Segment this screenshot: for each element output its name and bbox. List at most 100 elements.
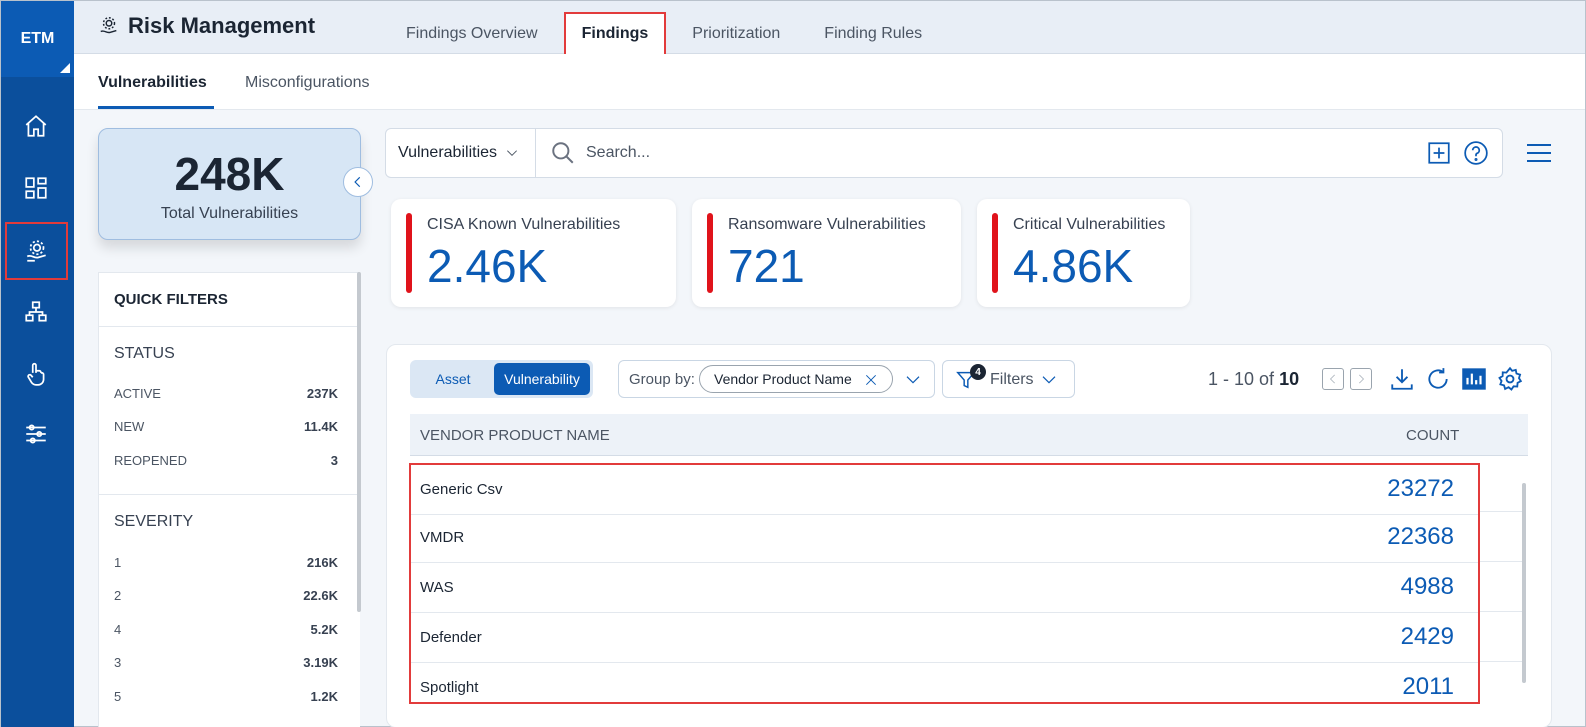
filter-label: 1 [114, 555, 122, 570]
quick-filters-title: QUICK FILTERS [114, 291, 228, 308]
cell-count-link[interactable]: 22368 [1387, 523, 1454, 551]
kpi-card-ransomware[interactable]: Ransomware Vulnerabilities 721 [692, 199, 961, 307]
main-tabs: Findings Overview Findings Prioritizatio… [384, 12, 944, 56]
kpi-label: Ransomware Vulnerabilities [728, 216, 926, 233]
search-input[interactable] [586, 139, 1386, 167]
divider [1480, 511, 1526, 512]
filter-label: ACTIVE [114, 386, 161, 401]
cell-count-link[interactable]: 23272 [1387, 475, 1454, 503]
search-scope-dropdown[interactable]: Vulnerabilities [386, 129, 536, 177]
risk-management-icon [26, 240, 46, 262]
cell-count-link[interactable]: 2429 [1401, 623, 1454, 651]
kpi-card-cisa[interactable]: CISA Known Vulnerabilities 2.46K [391, 199, 676, 307]
cell-vendor-product-name: WAS [420, 579, 454, 596]
quick-filters-scrollbar[interactable] [357, 272, 361, 612]
cell-count-link[interactable]: 4988 [1401, 573, 1454, 601]
chevron-right-icon [1359, 374, 1364, 384]
filter-label: 5 [114, 689, 122, 704]
table-scrollbar[interactable] [1522, 483, 1526, 683]
toggle-vulnerability[interactable]: Vulnerability [494, 363, 590, 395]
nav-risk-management[interactable] [5, 222, 68, 280]
collapse-panel-button[interactable] [343, 167, 373, 197]
table-header: VENDOR PRODUCT NAME COUNT [410, 414, 1528, 456]
filters-button[interactable]: 4 Filters [942, 360, 1075, 398]
risk-management-icon [100, 17, 117, 34]
nav-responses[interactable] [4, 345, 68, 403]
cell-count-link[interactable]: 2011 [1402, 673, 1454, 701]
view-toggle: Asset Vulnerability [410, 360, 593, 398]
chevron-down-icon[interactable] [905, 373, 921, 387]
group-by-label: Group by: [629, 371, 695, 388]
chevron-down-icon [1042, 376, 1056, 384]
filter-label: 3 [114, 655, 122, 670]
filters-label: Filters [990, 371, 1034, 388]
add-icon[interactable] [1426, 140, 1452, 166]
filters-count-badge: 4 [970, 364, 986, 380]
chevron-left-icon [1330, 374, 1335, 384]
search-scope-value: Vulnerabilities [398, 144, 498, 161]
table-row[interactable]: Generic Csv 23272 [411, 465, 1478, 515]
etm-logo[interactable]: ETM [1, 1, 74, 77]
column-header-vendor-product-name[interactable]: VENDOR PRODUCT NAME [420, 427, 610, 444]
chart-view-icon[interactable] [1461, 366, 1487, 392]
nav-assets[interactable] [4, 283, 68, 341]
column-header-count[interactable]: COUNT [1406, 427, 1459, 444]
pagination-range: 1 - 10 of [1208, 369, 1275, 389]
download-icon[interactable] [1389, 366, 1415, 392]
table-row[interactable]: WAS 4988 [411, 563, 1478, 613]
close-icon[interactable] [864, 373, 878, 387]
tab-prioritization[interactable]: Prioritization [670, 13, 802, 54]
nav-home[interactable] [4, 97, 68, 155]
filter-count: 1.2K [310, 689, 338, 704]
group-by-control: Group by: Vendor Product Name [618, 360, 935, 398]
kpi-card-critical[interactable]: Critical Vulnerabilities 4.86K [977, 199, 1190, 307]
hamburger-menu-icon[interactable] [1525, 141, 1553, 165]
tab-findings[interactable]: Findings [563, 12, 667, 56]
help-icon[interactable] [1463, 140, 1489, 166]
toggle-asset[interactable]: Asset [413, 363, 493, 395]
next-page-button[interactable] [1350, 368, 1372, 390]
nav-settings[interactable] [4, 405, 68, 463]
filter-count: 237K [306, 386, 338, 401]
filter-status-new[interactable]: NEW 11.4K [114, 419, 338, 434]
divider [1480, 611, 1526, 612]
subtab-vulnerabilities[interactable]: Vulnerabilities [98, 74, 207, 92]
nav-dashboard[interactable] [4, 159, 68, 217]
filter-severity-2[interactable]: 2 22.6K [114, 588, 338, 603]
table-row[interactable]: Defender 2429 [411, 613, 1478, 663]
tab-finding-rules[interactable]: Finding Rules [802, 13, 944, 54]
refresh-icon[interactable] [1425, 366, 1451, 392]
prev-page-button[interactable] [1322, 368, 1344, 390]
divider [99, 494, 360, 495]
app-title: Risk Management [98, 13, 315, 39]
search-icon [552, 142, 574, 164]
kpi-accent-bar [406, 213, 412, 293]
table-row[interactable]: VMDR 22368 [411, 513, 1478, 563]
filter-count: 216K [306, 555, 338, 570]
filter-severity-5[interactable]: 5 1.2K [114, 689, 338, 704]
filter-severity-4[interactable]: 4 5.2K [114, 622, 338, 637]
search-bar: Vulnerabilities [385, 128, 1503, 178]
total-label: Total Vulnerabilities [160, 205, 299, 222]
tab-findings-overview[interactable]: Findings Overview [384, 13, 560, 54]
assets-icon [25, 301, 47, 322]
table-row[interactable]: Spotlight 2011 [411, 663, 1478, 713]
app-title-text: Risk Management [128, 13, 316, 38]
filter-count: 3.19K [303, 655, 338, 670]
touch-icon [27, 362, 45, 386]
filter-count: 11.4K [304, 419, 338, 434]
group-by-chip: Vendor Product Name [699, 365, 893, 393]
divider [1480, 661, 1526, 662]
filter-severity-1[interactable]: 1 216K [114, 555, 338, 570]
filter-count: 3 [330, 453, 338, 468]
chevron-left-icon [354, 176, 361, 188]
total-value: 248K [174, 148, 285, 200]
active-subtab-indicator [98, 106, 214, 109]
expand-corner-icon [60, 63, 70, 73]
left-nav-rail: ETM [1, 1, 74, 727]
filter-status-active[interactable]: ACTIVE 237K [114, 386, 338, 401]
filter-status-reopened[interactable]: REOPENED 3 [114, 453, 338, 468]
settings-gear-icon[interactable] [1497, 366, 1523, 392]
subtab-misconfigurations[interactable]: Misconfigurations [245, 74, 370, 92]
filter-severity-3[interactable]: 3 3.19K [114, 655, 338, 670]
